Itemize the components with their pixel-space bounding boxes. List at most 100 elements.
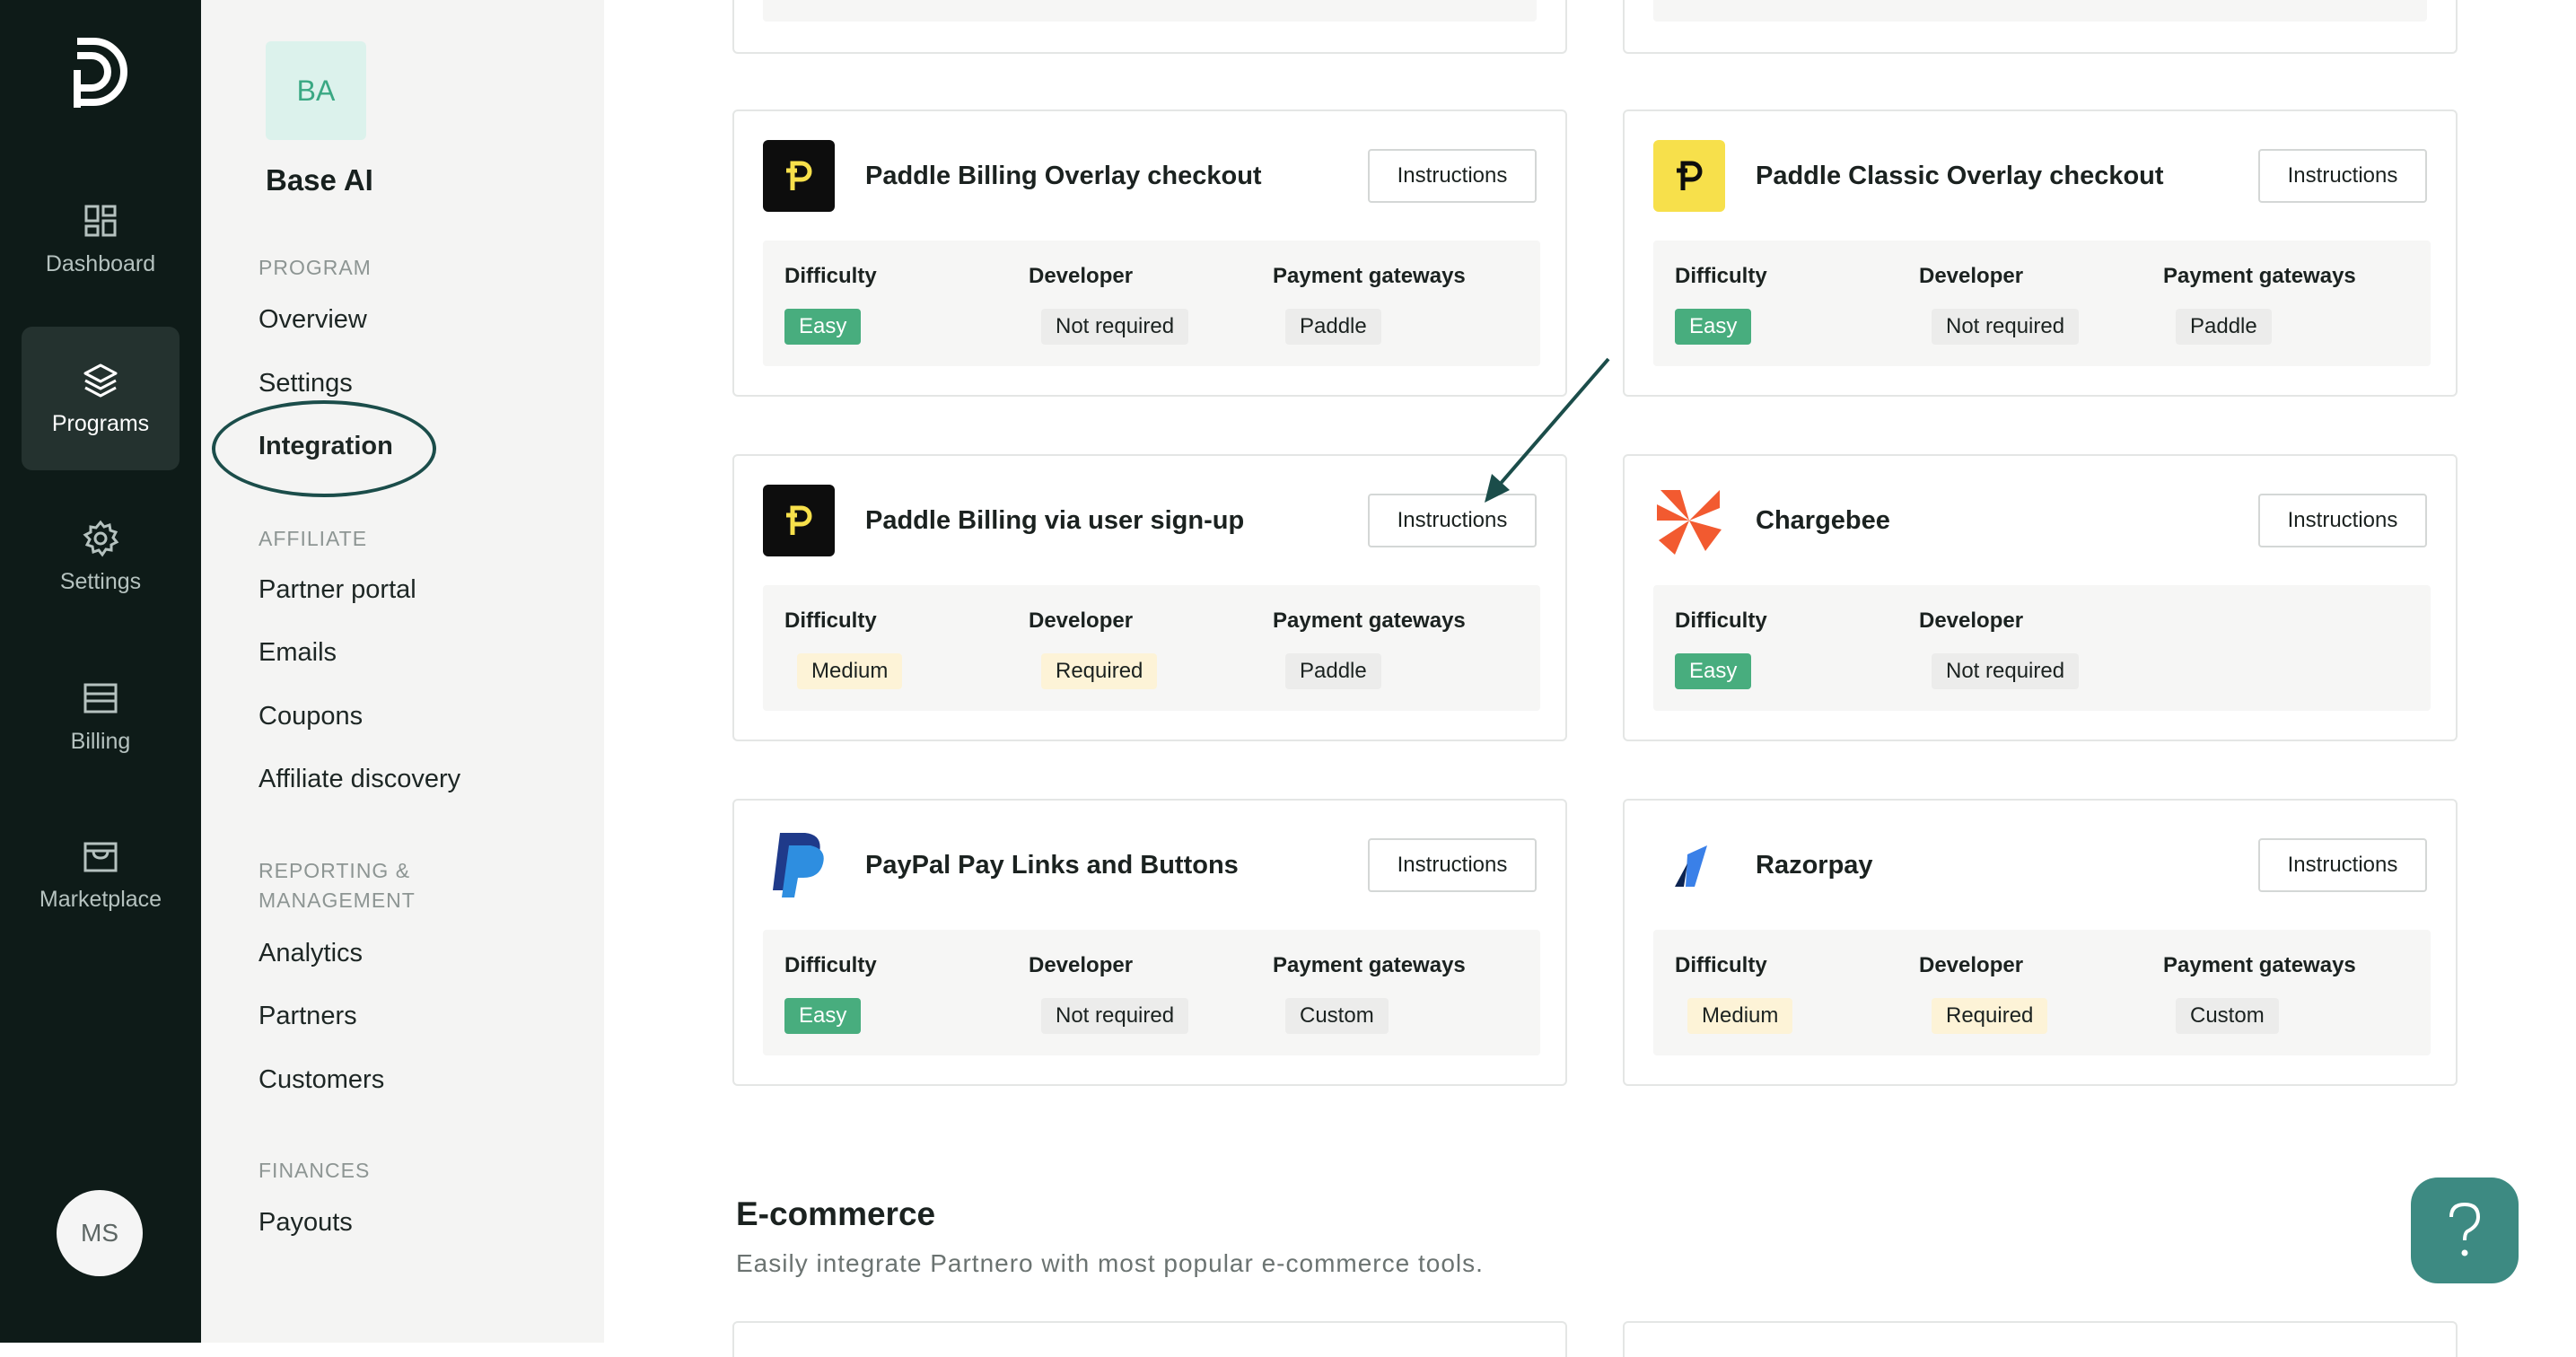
section-subtitle: Easily integrate Partnero with most popu…	[736, 1249, 1484, 1277]
main-rail: Dashboard Programs Settings Billing Mark…	[0, 0, 201, 1343]
difficulty-col: Difficulty Easy	[1675, 607, 1767, 689]
rail-label: Billing	[70, 728, 131, 754]
instructions-button[interactable]: Instructions	[1368, 149, 1537, 203]
difficulty-label: Difficulty	[784, 608, 877, 633]
integration-card: Paddle Billing Overlay checkout Instruct…	[732, 109, 1567, 397]
integration-card: Razorpay Instructions Difficulty Medium …	[1623, 799, 2458, 1086]
developer-badge: Not required	[1041, 309, 1189, 345]
developer-col: Developer Not required	[1029, 951, 1189, 1034]
layers-icon	[83, 363, 118, 397]
user-avatar[interactable]: MS	[57, 1190, 143, 1276]
instructions-button[interactable]: Instructions	[2258, 149, 2427, 203]
card-title: Paddle Billing Overlay checkout	[865, 162, 1262, 190]
instructions-button[interactable]: Instructions	[1368, 838, 1537, 892]
annotation-arrow	[1485, 357, 1610, 503]
nav-payouts[interactable]: Payouts	[258, 1208, 353, 1238]
card-fragment	[732, 1321, 1567, 1357]
nav-analytics[interactable]: Analytics	[258, 939, 363, 968]
difficulty-col: Difficulty Medium	[1675, 951, 1793, 1034]
difficulty-label: Difficulty	[1675, 264, 1767, 288]
gateway-col: Payment gateways Custom	[2163, 951, 2356, 1034]
card-title: Paddle Billing via user sign-up	[865, 506, 1245, 535]
rail-label: Programs	[51, 410, 150, 436]
nav-partners[interactable]: Partners	[258, 1002, 357, 1031]
developer-badge: Not required	[1041, 998, 1189, 1034]
gateway-label: Payment gateways	[1273, 264, 1466, 288]
rail-item-settings[interactable]: Settings	[22, 485, 180, 628]
rail-label: Marketplace	[39, 886, 162, 912]
developer-col: Developer Not required	[1919, 607, 2080, 689]
dashboard-icon	[84, 205, 117, 236]
difficulty-col: Difficulty Easy	[784, 951, 877, 1034]
rail-item-dashboard[interactable]: Dashboard	[22, 167, 180, 311]
difficulty-label: Difficulty	[784, 953, 877, 977]
card-meta: Difficulty Easy Developer Not required P…	[763, 241, 1540, 366]
nav-emails[interactable]: Emails	[258, 638, 337, 668]
card-fragment	[1623, 1321, 2458, 1357]
difficulty-label: Difficulty	[1675, 608, 1767, 633]
gateway-badge: Paddle	[1285, 309, 1381, 345]
difficulty-badge: Easy	[784, 309, 862, 345]
difficulty-label: Difficulty	[1675, 953, 1767, 977]
gateway-label: Payment gateways	[2163, 264, 2356, 288]
nav-settings[interactable]: Settings	[258, 369, 353, 398]
card-meta: Difficulty Easy Developer Not required	[1653, 585, 2431, 711]
gateway-label: Payment gateways	[2163, 953, 2356, 977]
card-meta: Difficulty Medium Developer Required Pay…	[1653, 930, 2431, 1055]
section-heading: E-commerce	[736, 1195, 936, 1232]
nav-customers[interactable]: Customers	[258, 1065, 384, 1095]
rail-item-billing[interactable]: Billing	[22, 644, 180, 788]
billing-icon	[83, 683, 118, 713]
developer-col: Developer Not required	[1919, 262, 2080, 345]
section-finances: FINANCES	[258, 1159, 371, 1182]
difficulty-label: Difficulty	[784, 264, 877, 288]
gateway-label: Payment gateways	[1273, 608, 1466, 633]
card-title: Chargebee	[1756, 506, 1890, 535]
developer-label: Developer	[1029, 264, 1134, 288]
chargebee-logo-icon	[1653, 485, 1725, 556]
developer-label: Developer	[1029, 608, 1134, 633]
nav-partner-portal[interactable]: Partner portal	[258, 575, 416, 605]
question-icon	[2449, 1202, 2481, 1256]
developer-label: Developer	[1919, 264, 2024, 288]
gateway-badge: Custom	[1285, 998, 1389, 1034]
integration-card: Chargebee Instructions Difficulty Easy D…	[1623, 454, 2458, 741]
card-meta: Difficulty Easy Developer Not required P…	[763, 930, 1540, 1055]
rail-item-programs[interactable]: Programs	[22, 327, 180, 470]
program-badge: BA	[266, 41, 366, 140]
program-name: Base AI	[266, 163, 373, 197]
section-affiliate: AFFILIATE	[258, 527, 368, 550]
developer-badge: Not required	[1932, 653, 2080, 689]
developer-badge: Required	[1932, 998, 2048, 1034]
difficulty-badge: Medium	[797, 653, 903, 689]
developer-badge: Required	[1041, 653, 1158, 689]
instructions-button[interactable]: Instructions	[2258, 494, 2427, 547]
integration-card: Paddle Classic Overlay checkout Instruct…	[1623, 109, 2458, 397]
nav-coupons[interactable]: Coupons	[258, 702, 363, 731]
nav-overview[interactable]: Overview	[258, 305, 367, 335]
gateway-col: Payment gateways Custom	[1273, 951, 1466, 1034]
help-button[interactable]	[2411, 1178, 2519, 1283]
paddle-logo-icon	[763, 140, 835, 212]
card-title: Paddle Classic Overlay checkout	[1756, 162, 2164, 190]
highlight-ellipse	[212, 400, 436, 497]
nav-affiliate-discovery[interactable]: Affiliate discovery	[258, 765, 460, 794]
card-meta: Difficulty Easy Developer Not required P…	[1653, 241, 2431, 366]
paddle-logo-icon	[1653, 140, 1725, 212]
gateway-badge: Paddle	[2176, 309, 2272, 345]
gateway-col: Payment gateways Paddle	[1273, 262, 1466, 345]
gear-icon	[83, 520, 119, 557]
difficulty-badge: Easy	[1675, 309, 1752, 345]
gateway-badge: Paddle	[1285, 653, 1381, 689]
developer-label: Developer	[1919, 608, 2024, 633]
section-reporting-line2: MANAGEMENT	[258, 889, 416, 912]
difficulty-badge: Easy	[784, 998, 862, 1034]
instructions-button[interactable]: Instructions	[2258, 838, 2427, 892]
card-meta: Difficulty Medium Developer Required Pay…	[763, 585, 1540, 711]
rail-label: Settings	[59, 568, 142, 594]
card-fragment	[732, 0, 1567, 54]
rail-label: Dashboard	[45, 250, 156, 276]
partnero-logo[interactable]	[70, 36, 131, 108]
developer-col: Developer Required	[1919, 951, 2048, 1034]
rail-item-marketplace[interactable]: Marketplace	[22, 802, 180, 946]
